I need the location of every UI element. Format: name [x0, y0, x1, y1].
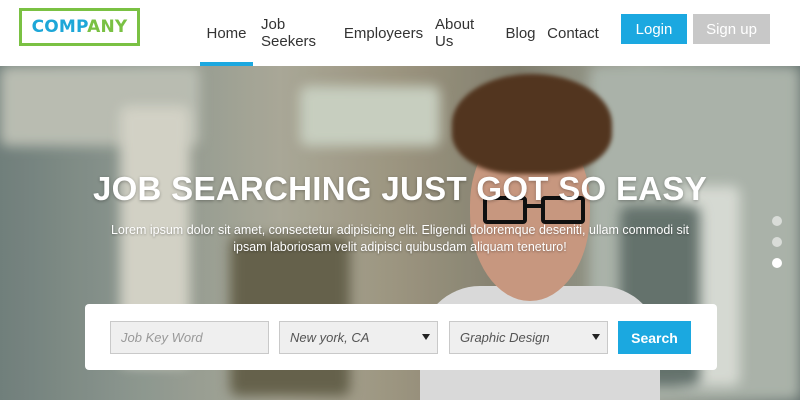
hero-subtitle: Lorem ipsum dolor sit amet, consectetur … [110, 223, 690, 254]
nav-item-home[interactable]: Home [200, 0, 253, 66]
slider-dot-2[interactable] [772, 237, 782, 247]
slider-dot-1[interactable] [772, 216, 782, 226]
logo-text: COMPANY [31, 17, 128, 37]
job-keyword-input[interactable]: Job Key Word [110, 321, 269, 354]
slider-dot-3[interactable] [772, 258, 782, 268]
location-select[interactable]: New york, CA [279, 321, 438, 354]
nav-item-employeers[interactable]: Employeers [340, 0, 427, 66]
nav-item-about-us[interactable]: About Us [427, 0, 499, 66]
job-search-panel: Job Key Word New york, CA Graphic Design… [85, 304, 717, 370]
search-button[interactable]: Search [618, 321, 691, 354]
dropdown-arrow-icon [592, 334, 600, 340]
hero-section: JOB SEARCHING JUST GOT SO EASY Lorem ips… [0, 66, 800, 400]
nav-item-contact[interactable]: Contact [542, 0, 604, 66]
company-logo[interactable]: COMPANY [19, 8, 140, 46]
nav-item-blog[interactable]: Blog [499, 0, 542, 66]
category-select[interactable]: Graphic Design [449, 321, 608, 354]
main-nav: Home Job Seekers Employeers About Us Blo… [200, 0, 604, 66]
site-header: COMPANY Home Job Seekers Employeers Abou… [0, 0, 800, 66]
hero-title: JOB SEARCHING JUST GOT SO EASY [92, 170, 708, 207]
slider-dots [772, 216, 782, 279]
nav-item-job-seekers[interactable]: Job Seekers [253, 0, 340, 66]
dropdown-arrow-icon [422, 334, 430, 340]
signup-button[interactable]: Sign up [693, 14, 770, 44]
login-button[interactable]: Login [621, 14, 687, 44]
